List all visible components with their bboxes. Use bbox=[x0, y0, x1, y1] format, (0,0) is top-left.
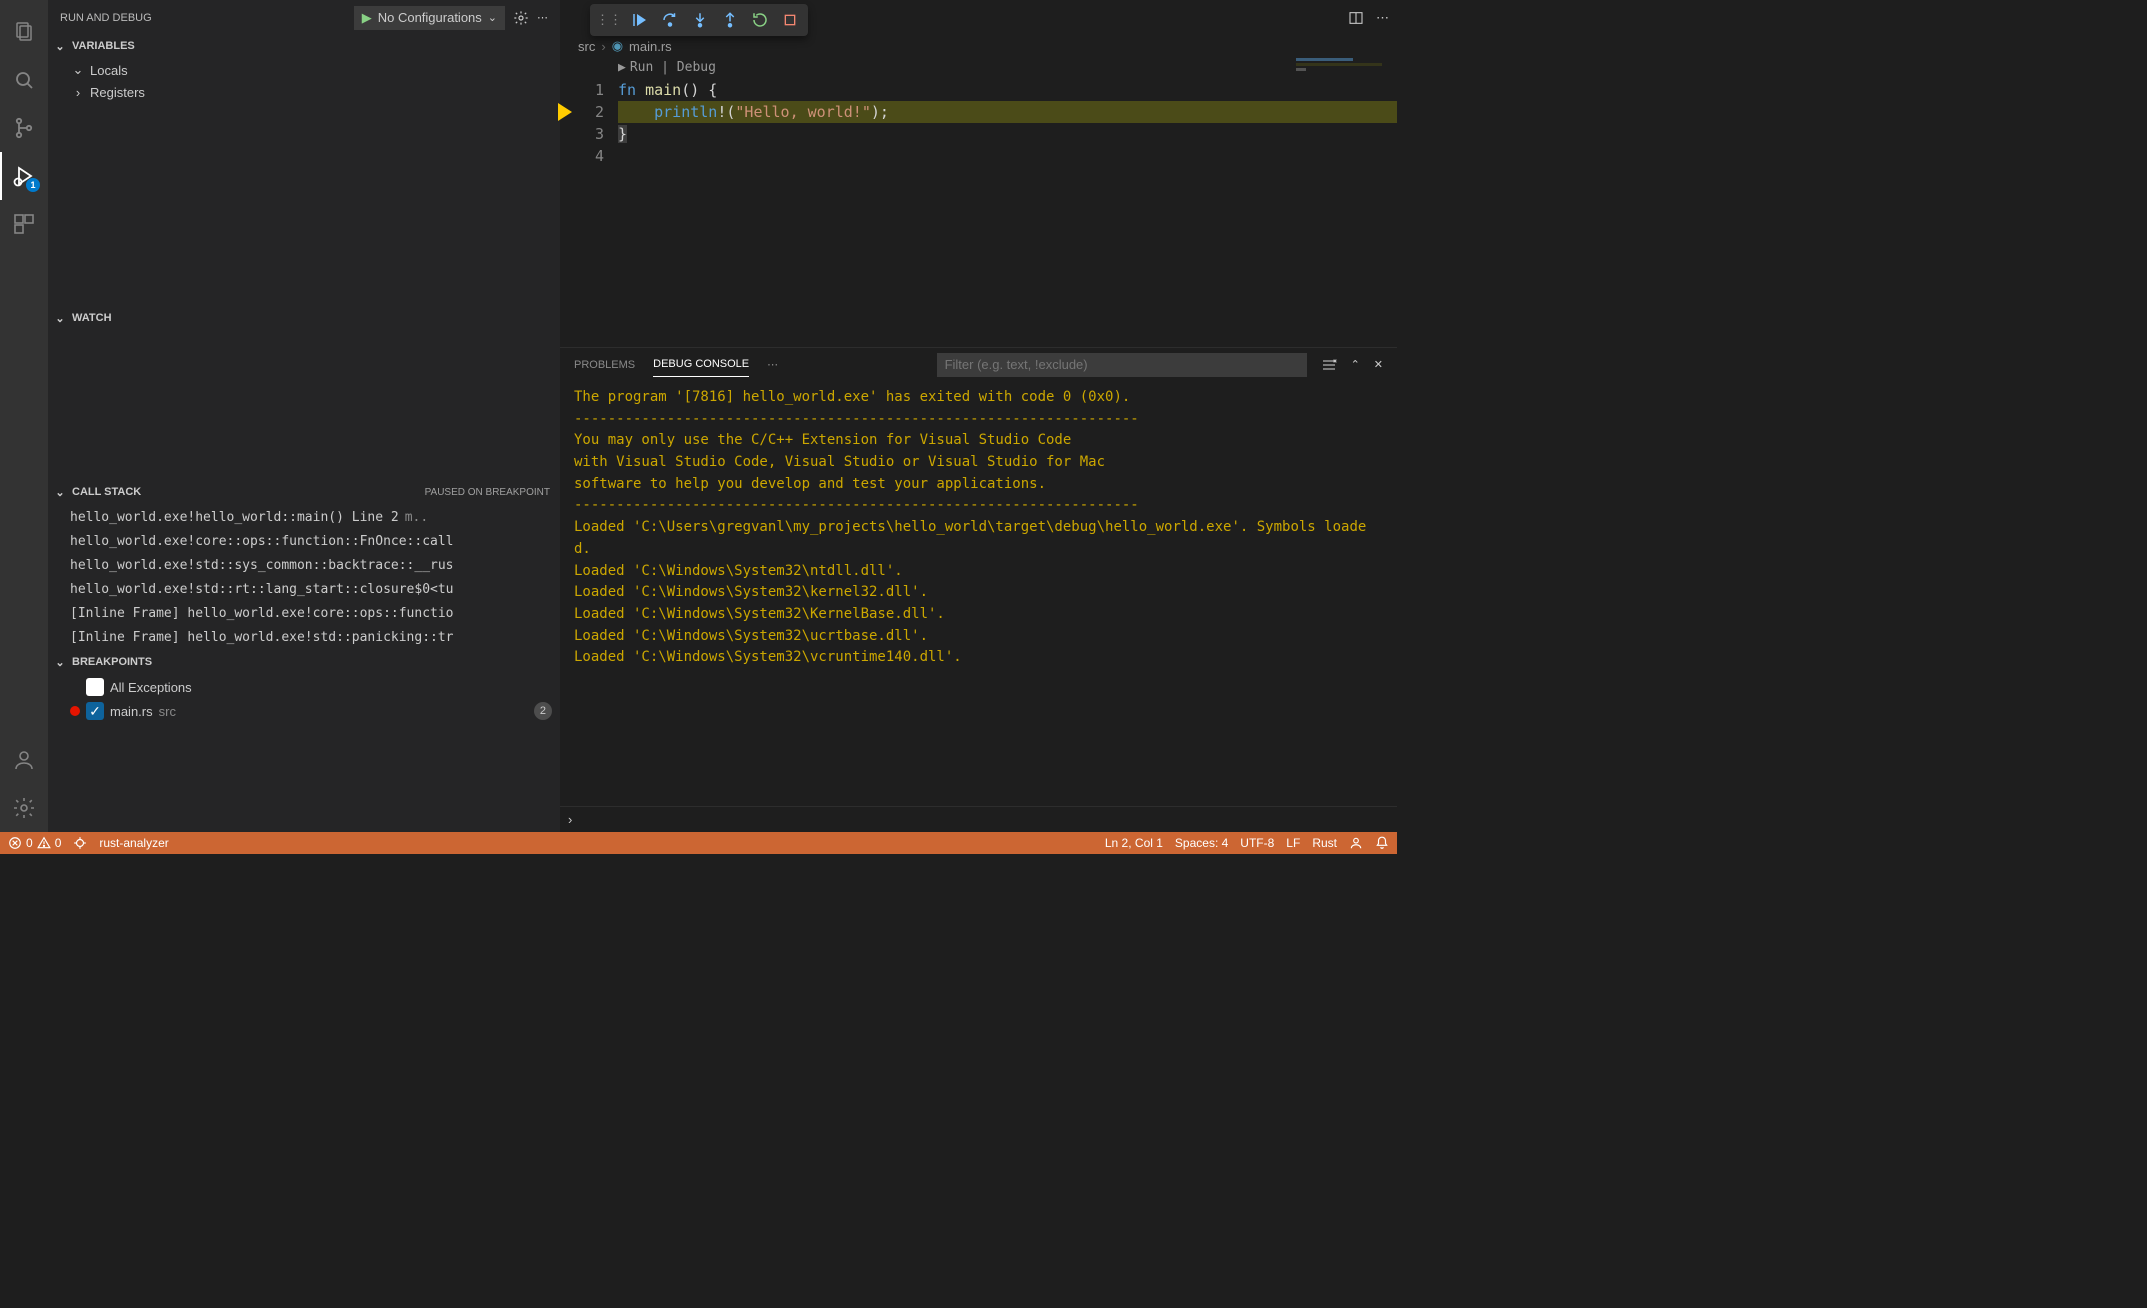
breakpoints-header[interactable]: ⌄ BREAKPOINTS bbox=[48, 651, 560, 673]
chevron-right-icon: › bbox=[601, 39, 605, 54]
filter-input[interactable] bbox=[937, 353, 1307, 377]
breakpoint-all-exceptions[interactable]: All Exceptions bbox=[48, 675, 560, 699]
step-over-button[interactable] bbox=[656, 6, 684, 34]
callstack-frame[interactable]: hello_world.exe!std::sys_common::backtra… bbox=[48, 553, 560, 577]
variables-locals[interactable]: ⌄ Locals bbox=[48, 59, 560, 81]
status-spaces[interactable]: Spaces: 4 bbox=[1175, 836, 1228, 850]
config-dropdown[interactable]: ▶ No Configurations ⌄ bbox=[354, 6, 505, 30]
section-breakpoints: ⌄ BREAKPOINTS All Exceptions ✓ main.rs s… bbox=[48, 651, 560, 725]
variables-registers[interactable]: › Registers bbox=[48, 81, 560, 103]
debug-panel: PROBLEMS DEBUG CONSOLE ⋯ ⌃ ✕ The program… bbox=[560, 347, 1397, 832]
activity-explorer[interactable] bbox=[0, 8, 48, 56]
debug-toolbar[interactable]: ⋮⋮ bbox=[590, 4, 808, 36]
callstack-frame[interactable]: hello_world.exe!hello_world::main() Line… bbox=[48, 505, 560, 529]
chevron-down-icon: ⌄ bbox=[52, 486, 68, 499]
more-icon[interactable]: ⋯ bbox=[1376, 10, 1389, 26]
grip-icon[interactable]: ⋮⋮ bbox=[594, 12, 624, 28]
stop-button[interactable] bbox=[776, 6, 804, 34]
breadcrumb[interactable]: src › ◉ main.rs bbox=[560, 35, 1397, 57]
status-feedback-icon[interactable] bbox=[1349, 836, 1363, 850]
code-editor[interactable]: 1 2 3 4 ▶Run | Debug fn main() { println… bbox=[560, 57, 1397, 167]
checkbox-checked[interactable]: ✓ bbox=[86, 702, 104, 720]
minimap[interactable] bbox=[1296, 58, 1391, 98]
panel-tabs: PROBLEMS DEBUG CONSOLE ⋯ ⌃ ✕ bbox=[560, 348, 1397, 381]
sidebar-title: RUN AND DEBUG bbox=[60, 12, 152, 24]
chevron-down-icon: ⌄ bbox=[52, 656, 68, 669]
callstack-frame[interactable]: hello_world.exe!core::ops::function::FnO… bbox=[48, 529, 560, 553]
watch-header[interactable]: ⌄ WATCH bbox=[48, 307, 560, 329]
tab-debug-console[interactable]: DEBUG CONSOLE bbox=[653, 352, 749, 377]
chevron-down-icon: ⌄ bbox=[488, 11, 497, 24]
close-icon[interactable]: ✕ bbox=[1374, 358, 1383, 371]
chevron-down-icon: ⌄ bbox=[52, 40, 68, 53]
step-out-button[interactable] bbox=[716, 6, 744, 34]
status-debug-target[interactable] bbox=[73, 836, 87, 850]
sidebar: RUN AND DEBUG ▶ No Configurations ⌄ ⋯ ⌄ … bbox=[48, 0, 560, 832]
checkbox-unchecked[interactable] bbox=[86, 678, 104, 696]
more-icon[interactable]: ⋯ bbox=[767, 358, 778, 371]
status-eol[interactable]: LF bbox=[1286, 836, 1300, 850]
section-callstack: ⌄ CALL STACK PAUSED ON BREAKPOINT hello_… bbox=[48, 481, 560, 651]
play-icon: ▶ bbox=[618, 60, 626, 75]
rust-file-icon: ◉ bbox=[612, 38, 623, 54]
chevron-down-icon: ⌄ bbox=[70, 62, 86, 78]
activity-settings[interactable] bbox=[0, 784, 48, 832]
play-icon: ▶ bbox=[362, 10, 372, 26]
debug-console-input[interactable]: › bbox=[560, 806, 1397, 832]
callstack-header[interactable]: ⌄ CALL STACK PAUSED ON BREAKPOINT bbox=[48, 481, 560, 503]
activity-search[interactable] bbox=[0, 56, 48, 104]
gear-icon[interactable] bbox=[513, 10, 529, 26]
codelens[interactable]: ▶Run | Debug bbox=[618, 57, 1397, 79]
chevron-right-icon: › bbox=[70, 85, 86, 100]
chevron-right-icon: › bbox=[568, 812, 572, 827]
status-analyzer[interactable]: rust-analyzer bbox=[99, 836, 168, 850]
status-bell-icon[interactable] bbox=[1375, 836, 1389, 850]
activity-account[interactable] bbox=[0, 736, 48, 784]
activity-extensions[interactable] bbox=[0, 200, 48, 248]
status-bar: 0 0 rust-analyzer Ln 2, Col 1 Spaces: 4 … bbox=[0, 832, 1397, 854]
tab-problems[interactable]: PROBLEMS bbox=[574, 353, 635, 377]
chevron-up-icon[interactable]: ⌃ bbox=[1351, 358, 1360, 371]
status-errors[interactable]: 0 0 bbox=[8, 836, 61, 850]
restart-button[interactable] bbox=[746, 6, 774, 34]
activity-bar: 1 bbox=[0, 0, 48, 832]
section-watch: ⌄ WATCH bbox=[48, 307, 560, 481]
callstack-frame[interactable]: hello_world.exe!std::rt::lang_start::clo… bbox=[48, 577, 560, 601]
breakpoint-item[interactable]: ✓ main.rs src 2 bbox=[48, 699, 560, 723]
config-label: No Configurations bbox=[378, 10, 482, 25]
more-icon[interactable]: ⋯ bbox=[537, 11, 548, 24]
breakpoint-dot-icon bbox=[70, 706, 80, 716]
section-variables: ⌄ VARIABLES ⌄ Locals › Registers bbox=[48, 35, 560, 307]
debug-console-output[interactable]: The program '[7816] hello_world.exe' has… bbox=[560, 381, 1397, 806]
activity-run-debug[interactable]: 1 bbox=[0, 152, 48, 200]
status-lang[interactable]: Rust bbox=[1312, 836, 1337, 850]
clear-console-icon[interactable] bbox=[1321, 357, 1337, 373]
split-editor-icon[interactable] bbox=[1348, 10, 1364, 26]
activity-source-control[interactable] bbox=[0, 104, 48, 152]
chevron-down-icon: ⌄ bbox=[52, 312, 68, 325]
step-into-button[interactable] bbox=[686, 6, 714, 34]
callstack-status: PAUSED ON BREAKPOINT bbox=[425, 487, 556, 498]
sidebar-header: RUN AND DEBUG ▶ No Configurations ⌄ ⋯ bbox=[48, 0, 560, 35]
execution-pointer-icon bbox=[558, 103, 572, 121]
continue-button[interactable] bbox=[626, 6, 654, 34]
status-lncol[interactable]: Ln 2, Col 1 bbox=[1105, 836, 1163, 850]
debug-badge: 1 bbox=[26, 178, 40, 192]
callstack-frame[interactable]: [Inline Frame] hello_world.exe!std::pani… bbox=[48, 625, 560, 649]
variables-header[interactable]: ⌄ VARIABLES bbox=[48, 35, 560, 57]
editor-area: ⋮⋮ ⋯ bbox=[560, 0, 1397, 832]
breakpoint-line: 2 bbox=[534, 702, 552, 720]
gutter: 1 2 3 4 bbox=[560, 57, 618, 167]
callstack-frame[interactable]: [Inline Frame] hello_world.exe!core::ops… bbox=[48, 601, 560, 625]
status-encoding[interactable]: UTF-8 bbox=[1240, 836, 1274, 850]
